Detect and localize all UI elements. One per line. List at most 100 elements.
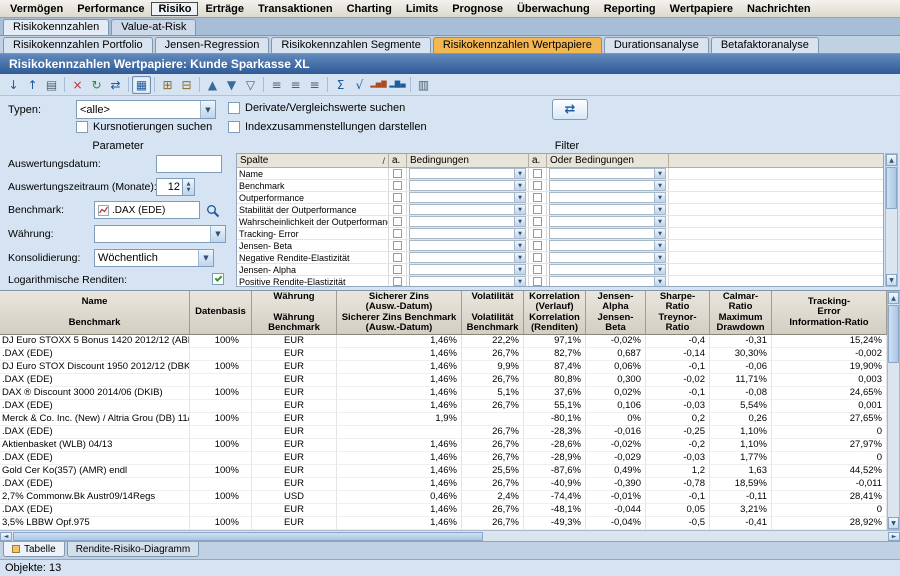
table-row[interactable]: .DAX (EDE)EUR1,46%26,7%82,7%0,687-0,1430… <box>0 348 887 361</box>
table-row[interactable]: Merck & Co. Inc. (New) / Altria Grou (DB… <box>0 413 887 426</box>
sort-indicator-icon[interactable]: / <box>382 156 385 166</box>
zeitraum-input[interactable] <box>156 178 182 196</box>
filter-or-condition-select[interactable]: ▼ <box>549 228 666 239</box>
delete-icon[interactable]: × <box>68 76 87 94</box>
filter-condition-select[interactable]: ▼ <box>409 276 526 287</box>
menu-item-ertrage[interactable]: Erträge <box>198 2 251 16</box>
tab-betafaktoranalyse[interactable]: Betafaktoranalyse <box>711 37 819 53</box>
tab-jensen-regression[interactable]: Jensen-Regression <box>155 37 270 53</box>
konsolidierung-select[interactable]: Wöchentlich ▼ <box>94 249 214 267</box>
combo-chart-icon[interactable]: ▂▇▄ <box>388 76 407 94</box>
derivate-checkbox[interactable] <box>228 102 240 114</box>
scroll-thumb[interactable] <box>888 305 899 363</box>
view-tab-rendite-risiko-diagramm[interactable]: Rendite-Risiko-Diagramm <box>67 542 199 557</box>
table-row[interactable]: Aktienbasket (WLB) 04/13100%EUR1,46%26,7… <box>0 439 887 452</box>
auswertungsdatum-input[interactable] <box>156 155 222 173</box>
filter-and-checkbox[interactable] <box>393 229 402 238</box>
table-row[interactable]: .DAX (EDE)EUR1,46%26,7%80,8%0,300-0,0211… <box>0 374 887 387</box>
filter-or-checkbox[interactable] <box>533 253 542 262</box>
filter-or-condition-select[interactable]: ▼ <box>549 204 666 215</box>
column-header-calmar[interactable]: Calmar-RatioMaximumDrawdown <box>710 291 772 335</box>
filter-condition-select[interactable]: ▼ <box>409 240 526 251</box>
menu-item-nachrichten[interactable]: Nachrichten <box>740 2 818 16</box>
function-icon[interactable]: √ <box>350 76 369 94</box>
table-row[interactable]: Gold Cer Ko(357) (AMR) endl100%EUR1,46%2… <box>0 465 887 478</box>
scroll-up-button[interactable]: ▲ <box>888 292 899 304</box>
table-row[interactable]: 2,7% Commonw.Bk Austr09/14Regs100%USD0,4… <box>0 491 887 504</box>
zeitraum-spinner[interactable]: ▲▼ <box>156 178 195 196</box>
menu-item-performance[interactable]: Performance <box>70 2 151 16</box>
table-row[interactable]: .DAX (EDE)EUR26,7%-28,3%-0,016-0,251,10%… <box>0 426 887 439</box>
filter-condition-select[interactable]: ▼ <box>409 264 526 275</box>
column-header-name[interactable]: Name Benchmark <box>0 291 190 335</box>
scroll-left-button[interactable]: ◄ <box>0 532 12 541</box>
sum-icon[interactable]: Σ <box>331 76 350 94</box>
scroll-up-button[interactable]: ▲ <box>886 154 897 166</box>
tab-risikokennzahlen-wertpapiere[interactable]: Risikokennzahlen Wertpapiere <box>433 37 602 53</box>
table-row[interactable]: .DAX (EDE)EUR1,46%26,7%-48,1%-0,0440,053… <box>0 504 887 517</box>
filter-or-condition-select[interactable]: ▼ <box>549 192 666 203</box>
menu-item-limits[interactable]: Limits <box>399 2 445 16</box>
column-header-jensen[interactable]: Jensen-AlphaJensen-Beta <box>586 291 646 335</box>
benchmark-field[interactable]: .DAX (EDE) <box>94 201 200 219</box>
filter-scrollbar[interactable]: ▲ ▼ <box>885 153 898 287</box>
table-row[interactable]: .DAX (EDE)EUR1,46%26,7%55,1%0,106-0,035,… <box>0 400 887 413</box>
import-icon[interactable]: ↑ <box>23 76 42 94</box>
filter-and-checkbox[interactable] <box>393 241 402 250</box>
menu-item-prognose[interactable]: Prognose <box>445 2 510 16</box>
bar-chart-icon[interactable]: ▂▅▇ <box>369 76 388 94</box>
tab-risikokennzahlen[interactable]: Risikokennzahlen <box>3 19 109 35</box>
table-row[interactable]: DJ Euro STOX Discount 1950 2012/12 (DBK)… <box>0 361 887 374</box>
filter-or-checkbox[interactable] <box>533 205 542 214</box>
menu-item-transaktionen[interactable]: Transaktionen <box>251 2 340 16</box>
filter-condition-select[interactable]: ▼ <box>409 228 526 239</box>
horizontal-scrollbar[interactable]: ◄ ► <box>0 530 900 541</box>
column-header-sicherer-zins[interactable]: Sicherer Zins(Ausw.-Datum)Sicherer Zins … <box>337 291 462 335</box>
menu-item-uberwachung[interactable]: Überwachung <box>510 2 597 16</box>
log-renditen-checkbox[interactable] <box>212 273 224 285</box>
filter-condition-select[interactable]: ▼ <box>409 168 526 179</box>
column-header-wahrung[interactable]: Währung WährungBenchmark <box>252 291 337 335</box>
filter-condition-select[interactable]: ▼ <box>409 180 526 191</box>
column-settings-icon[interactable]: ▥ <box>414 76 433 94</box>
index-checkbox[interactable] <box>228 121 240 133</box>
filter-or-condition-select[interactable]: ▼ <box>549 264 666 275</box>
filter-or-condition-select[interactable]: ▼ <box>549 252 666 263</box>
align-right-icon[interactable]: ≡ <box>305 76 324 94</box>
column-header-sharpe[interactable]: Sharpe-RatioTreynor-Ratio <box>646 291 710 335</box>
align-left-icon[interactable]: ≡ <box>267 76 286 94</box>
table-chart-toggle-icon[interactable]: ▦ <box>132 76 151 94</box>
sort-descending-icon[interactable]: ▼ <box>222 76 241 94</box>
tab-risikokennzahlen-segmente[interactable]: Risikokennzahlen Segmente <box>271 37 430 53</box>
filter-header-bedingungen[interactable]: Bedingungen <box>407 154 529 167</box>
table-row[interactable]: .DAX (EDE)EUR1,46%26,7%-40,9%-0,390-0,78… <box>0 478 887 491</box>
menu-item-risiko[interactable]: Risiko <box>151 2 198 16</box>
column-header-volatilitat[interactable]: Volatilität VolatilitätBenchmark <box>462 291 524 335</box>
print-icon[interactable]: ▤ <box>42 76 61 94</box>
filter-condition-select[interactable]: ▼ <box>409 216 526 227</box>
filter-or-checkbox[interactable] <box>533 241 542 250</box>
filter-condition-select[interactable]: ▼ <box>409 192 526 203</box>
filter-or-condition-select[interactable]: ▼ <box>549 216 666 227</box>
filter-condition-select[interactable]: ▼ <box>409 252 526 263</box>
filter-and-checkbox[interactable] <box>393 205 402 214</box>
table-row[interactable]: DJ Euro STOXX 5 Bonus 1420 2012/12 (ABN)… <box>0 335 887 348</box>
filter-or-checkbox[interactable] <box>533 265 542 274</box>
filter-and-checkbox[interactable] <box>393 217 402 226</box>
scroll-thumb[interactable] <box>13 532 483 541</box>
filter-or-condition-select[interactable]: ▼ <box>549 168 666 179</box>
filter-and-checkbox[interactable] <box>393 253 402 262</box>
export-icon[interactable]: ↓ <box>4 76 23 94</box>
filter-header-a[interactable]: a. <box>389 154 407 167</box>
filter-or-checkbox[interactable] <box>533 229 542 238</box>
filter-or-checkbox[interactable] <box>533 193 542 202</box>
typen-select[interactable]: <alle> ▼ <box>76 100 216 119</box>
filter-or-condition-select[interactable]: ▼ <box>549 180 666 191</box>
scroll-thumb[interactable] <box>886 167 897 209</box>
menu-item-reporting[interactable]: Reporting <box>597 2 663 16</box>
table-row[interactable]: 3,5% LBBW Opf.975100%EUR1,46%26,7%-49,3%… <box>0 517 887 530</box>
column-header-tracking[interactable]: Tracking-ErrorInformation-Ratio <box>772 291 887 335</box>
waehrung-select[interactable]: ▼ <box>94 225 226 243</box>
column-header-korrelation[interactable]: Korrelation(Verlauf)Korrelation(Renditen… <box>524 291 586 335</box>
filter-header-oder-bedingungen[interactable]: Oder Bedingungen <box>547 154 669 167</box>
